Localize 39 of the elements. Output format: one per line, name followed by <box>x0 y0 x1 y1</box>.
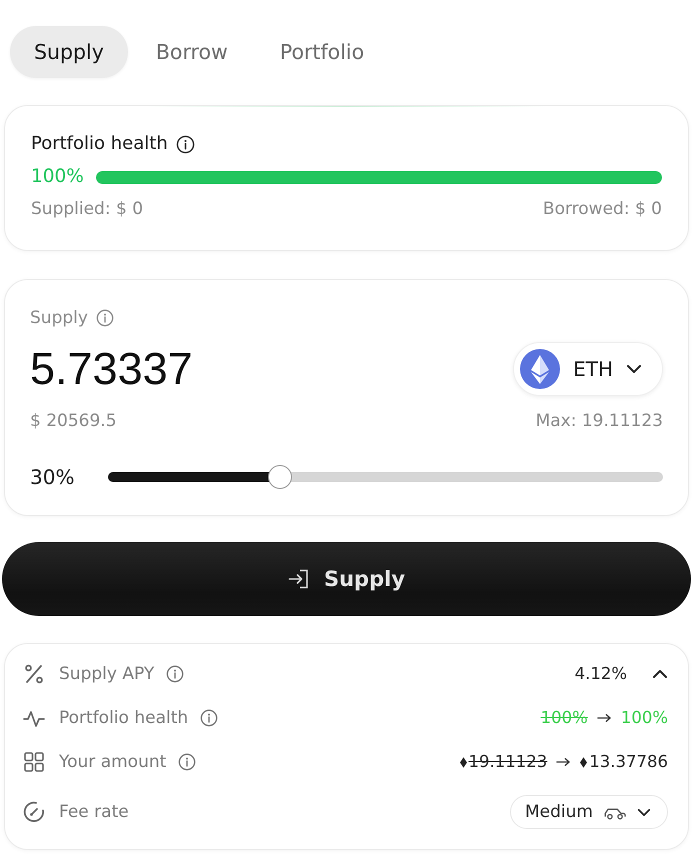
chevron-up-icon[interactable] <box>652 669 668 679</box>
chevron-down-icon <box>637 808 651 816</box>
detail-label: Fee rate <box>59 801 129 823</box>
max-amount: Max: 19.11123 <box>536 410 663 432</box>
apy-value: 4.12% <box>574 663 627 685</box>
arrow-icon <box>556 757 572 767</box>
borrowed-amount: Borrowed: $ 0 <box>542 198 662 220</box>
slider-thumb[interactable] <box>268 465 292 489</box>
gauge-icon <box>23 801 45 823</box>
health-percent: 100% <box>31 165 84 189</box>
token-select[interactable]: ETH <box>513 342 663 396</box>
old-value: 19.11123 <box>468 751 548 773</box>
percent-slider[interactable] <box>108 465 663 489</box>
tab[interactable]: Portfolio <box>256 26 388 78</box>
detail-label: Portfolio health <box>59 707 188 729</box>
percent-icon <box>23 663 45 685</box>
usd-value: $ 20569.5 <box>30 410 117 432</box>
amount-input[interactable]: 5.73337 <box>30 342 330 396</box>
detail-label: Your amount <box>59 751 166 773</box>
detail-label: Supply APY <box>59 663 154 685</box>
amount-label: Supply <box>30 307 88 329</box>
info-icon[interactable] <box>176 134 195 154</box>
old-value: 100% <box>540 707 588 729</box>
arrow-into-bracket-icon <box>288 568 310 590</box>
new-value: 13.37786 <box>589 751 668 773</box>
diamond-icon <box>580 756 588 768</box>
chevron-down-icon <box>626 364 642 374</box>
diamond-icon <box>460 756 467 768</box>
supply-button[interactable]: Supply <box>2 542 691 616</box>
supplied-amount: Supplied: $ 0 <box>31 198 144 220</box>
four-squares-icon <box>23 751 45 773</box>
fee-rate-select[interactable]: Medium <box>510 795 668 829</box>
health-title: Portfolio health <box>31 132 168 156</box>
arrow-icon <box>596 713 612 723</box>
new-value: 100% <box>620 707 668 729</box>
slider-percent: 30% <box>30 465 76 489</box>
tab[interactable]: Borrow <box>132 26 252 78</box>
coin-icon <box>520 349 560 389</box>
tab[interactable]: Supply <box>10 26 128 78</box>
